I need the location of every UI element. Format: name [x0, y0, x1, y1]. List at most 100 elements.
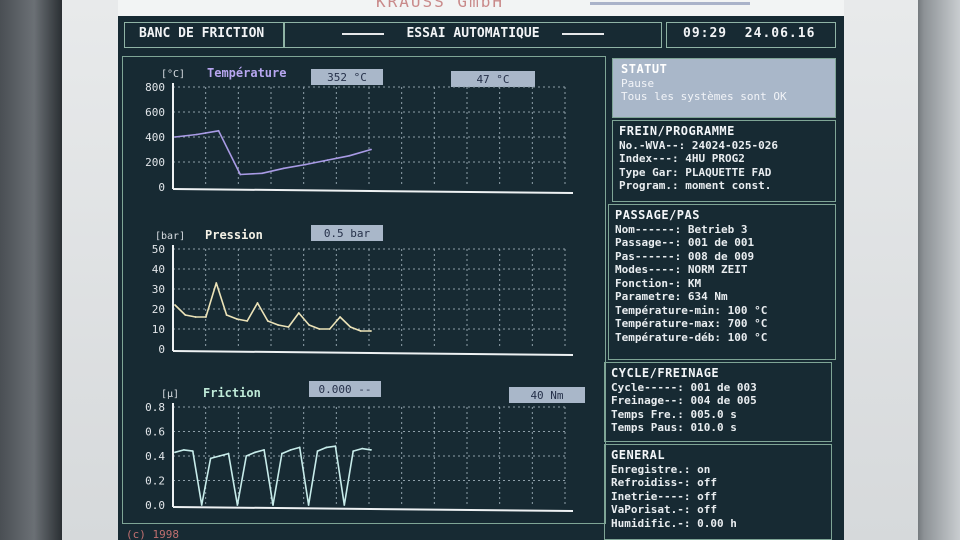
y-tick-label: 800: [145, 81, 165, 94]
data-point: [174, 136, 176, 138]
data-point: [217, 129, 220, 132]
series-line: [174, 445, 372, 506]
data-point: [281, 452, 283, 455]
chart-title: Friction: [203, 386, 261, 400]
banner-logo-text: KRAUSS GmbH: [376, 0, 504, 11]
row-value: off: [690, 489, 717, 503]
row-key: Parametre:: [615, 290, 682, 303]
row-value: 005.0 s: [683, 407, 737, 421]
data-point: [343, 504, 346, 506]
frein-row: Program.: moment const.: [619, 179, 829, 193]
value-box-text: 352 °C: [327, 71, 367, 84]
passage-row: Nom------: Betrieb 3: [615, 223, 829, 237]
chart-value-box: 352 °C: [311, 69, 383, 85]
frein-programme-panel: FREIN/PROGRAMME No.-WVA--: 24024-025-026…: [612, 120, 836, 202]
row-value: 004 de 005: [683, 394, 757, 407]
row-key: Index---:: [619, 152, 679, 165]
cycle-title: CYCLE/FREINAGE: [611, 366, 720, 380]
data-point: [194, 316, 197, 318]
chart-value-box: 40 Nm: [509, 387, 585, 403]
row-value: 100 °C: [720, 330, 768, 344]
data-point: [298, 446, 301, 449]
data-point: [277, 324, 280, 326]
passage-row: Modes----: NORM ZEIT: [615, 263, 829, 277]
y-tick-label: 0: [158, 181, 165, 194]
data-point: [334, 445, 337, 448]
data-point: [195, 133, 198, 136]
cycle-rows: Cycle-----: 001 de 003 Freinage--: 004 de…: [611, 381, 825, 435]
row-value: KM: [681, 276, 702, 290]
data-point: [236, 504, 239, 506]
data-point: [325, 446, 328, 449]
row-value: 100 °C: [720, 303, 768, 317]
passage-row: Parametre: 634 Nm: [615, 290, 829, 304]
y-tick-label: 50: [152, 243, 165, 256]
row-key: Refroidiss-:: [611, 476, 691, 489]
data-point: [370, 448, 372, 451]
divider-line: [561, 32, 604, 35]
data-point: [287, 326, 290, 328]
y-tick-label: 600: [145, 106, 165, 119]
series-line: [174, 282, 371, 332]
chart-title: Pression: [205, 228, 263, 242]
y-tick-label: 0.4: [145, 450, 165, 463]
row-key: VaPorisat.-:: [611, 503, 691, 516]
row-value: on: [690, 462, 711, 476]
data-point: [218, 455, 221, 457]
y-tick-label: 0.8: [145, 401, 165, 414]
general-row: VaPorisat.-: off: [611, 503, 825, 517]
clock-time: 09:29: [683, 26, 728, 41]
data-point: [316, 450, 319, 452]
row-key: Passage--:: [615, 236, 682, 249]
passage-row: Température-max: 700 °C: [615, 317, 829, 331]
data-point: [349, 326, 352, 328]
passage-row: Température-déb: 100 °C: [615, 331, 829, 345]
data-point: [318, 328, 321, 330]
y-tick-label: 40: [152, 263, 165, 276]
data-point: [184, 314, 187, 316]
general-title: GENERAL: [611, 448, 666, 462]
status-state: Pause: [621, 76, 655, 90]
frein-title: FREIN/PROGRAMME: [619, 124, 735, 138]
general-row: Enregistre.: on: [611, 463, 825, 477]
x-axis: [172, 188, 574, 194]
row-key: Température-min:: [615, 303, 721, 317]
data-point: [272, 504, 274, 506]
general-row: Humidific.-: 0.00 h: [611, 517, 825, 531]
general-panel: GENERAL Enregistre.: on Refroidiss-: off I…: [604, 444, 832, 540]
value-box-text: 47 °C: [476, 73, 509, 86]
general-row: Inetrie----: off: [611, 490, 825, 504]
chart-0: [°C] Température 352 °C 47 °C 0 200 400 600 800: [145, 66, 574, 194]
chart-2: [µ] Friction 0.000 -- 40 Nm 0.0 0.2 0.4 0.6 0.8: [145, 381, 585, 512]
data-point: [225, 314, 228, 316]
data-point: [261, 172, 264, 175]
cycle-row: Freinage--: 004 de 005: [611, 394, 825, 408]
footer-copyright: (c) 1998: [126, 528, 179, 540]
mode-header: ESSAI AUTOMATIQUE: [284, 22, 662, 48]
row-value: 24024-025-026: [685, 138, 778, 152]
data-point: [191, 450, 194, 452]
monitor-screen: KRAUSS GmbH BANC DE FRICTION ESSAI AUTOM…: [118, 0, 844, 540]
data-point: [304, 163, 307, 166]
passage-row: Température-min: 100 °C: [615, 304, 829, 318]
data-point: [174, 451, 176, 454]
data-point: [254, 451, 257, 454]
cycle-row: Temps Fre.: 005.0 s: [611, 408, 825, 422]
data-point: [326, 159, 329, 162]
clock-date: 24.06.16: [744, 26, 816, 41]
row-value: 634 Nm: [681, 290, 728, 303]
row-key: Enregistre.:: [611, 462, 691, 476]
cycle-row: Cycle-----: 001 de 003: [611, 381, 825, 395]
data-point: [266, 320, 269, 322]
row-value: 001 de 001: [681, 236, 755, 249]
y-tick-label: 10: [152, 323, 165, 336]
chart-1: [bar] Pression 0.5 bar 0 10 20 30 40 50: [152, 225, 574, 356]
row-value: 4HU PROG2: [678, 152, 745, 165]
row-key: Program.:: [619, 179, 679, 192]
mode-label: ESSAI AUTOMATIQUE: [406, 26, 540, 41]
data-point: [282, 167, 285, 170]
data-point: [352, 450, 355, 452]
row-key: Humidific.-:: [611, 516, 691, 530]
data-point: [370, 148, 372, 151]
general-rows: Enregistre.: on Refroidiss-: off Inetrie--…: [611, 463, 825, 531]
